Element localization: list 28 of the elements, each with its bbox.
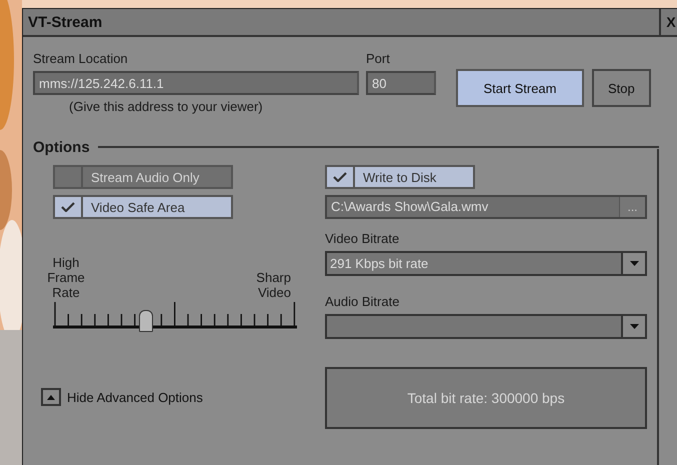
checkbox[interactable]: Write to Disk xyxy=(325,165,475,189)
dropdown-arrow-icon xyxy=(630,261,638,266)
field-label: Stream Location xyxy=(33,51,129,67)
check-icon xyxy=(333,172,347,182)
close-button[interactable]: X xyxy=(659,9,677,35)
slider-label: High Frame Rate xyxy=(46,255,86,300)
field-label: Video Bitrate xyxy=(325,231,400,247)
field-label: Audio Bitrate xyxy=(325,294,400,310)
audio-bitrate-dropdown[interactable] xyxy=(325,314,647,339)
quality-slider[interactable] xyxy=(53,300,297,332)
stop-button[interactable]: Stop xyxy=(592,69,651,107)
toggle-label[interactable]: Hide Advanced Options xyxy=(67,390,203,404)
window-title: VT-Stream xyxy=(27,14,102,30)
total-bitrate-panel: Total bit rate: 300000 bps xyxy=(325,367,647,429)
video-bitrate-dropdown[interactable]: 291 Kbps bit rate xyxy=(325,251,647,276)
field-label: Port xyxy=(366,51,391,67)
port-field[interactable]: 80 xyxy=(366,71,436,95)
slider-label: Sharp Video xyxy=(255,270,291,300)
start-button[interactable]: Start Stream xyxy=(456,69,584,107)
triangle-up-icon xyxy=(47,394,55,400)
hint-text: (Give this address to your viewer) xyxy=(68,99,264,115)
check-icon xyxy=(61,202,75,212)
collapse-button[interactable] xyxy=(41,388,61,406)
stream-location-field[interactable]: mms://125.242.6.11.1 xyxy=(33,71,359,95)
dropdown-arrow-icon xyxy=(630,324,638,329)
checkbox[interactable]: Video Safe Area xyxy=(53,195,233,219)
section-title: Options xyxy=(33,138,90,156)
slider-thumb[interactable] xyxy=(138,310,153,332)
